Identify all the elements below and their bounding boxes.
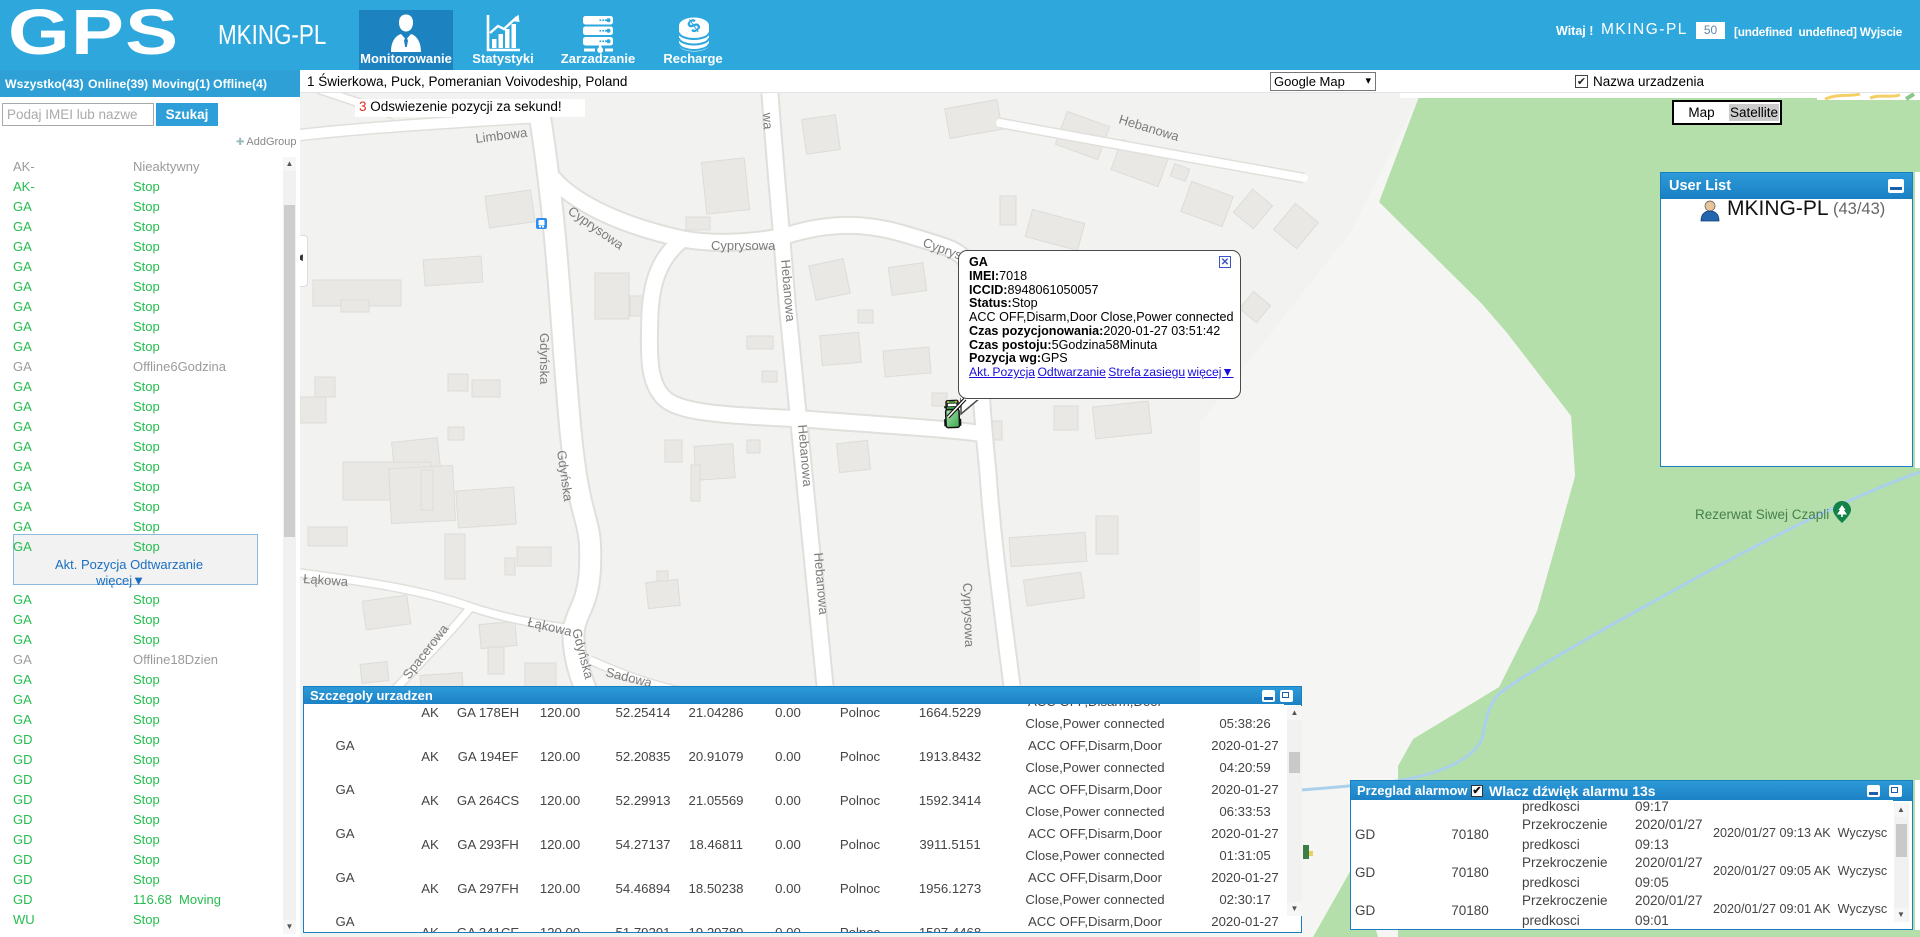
svg-text:Cyprysowa: Cyprysowa [711, 238, 776, 253]
svg-text:Łąkowa: Łąkowa [303, 571, 350, 589]
svg-text:Rezerwat Siwej Czapli: Rezerwat Siwej Czapli [1695, 507, 1829, 522]
svg-text:Gdyńska: Gdyńska [537, 333, 552, 385]
svg-text:Cyprysowa: Cyprysowa [960, 583, 977, 649]
svg-text:wa: wa [760, 111, 776, 130]
